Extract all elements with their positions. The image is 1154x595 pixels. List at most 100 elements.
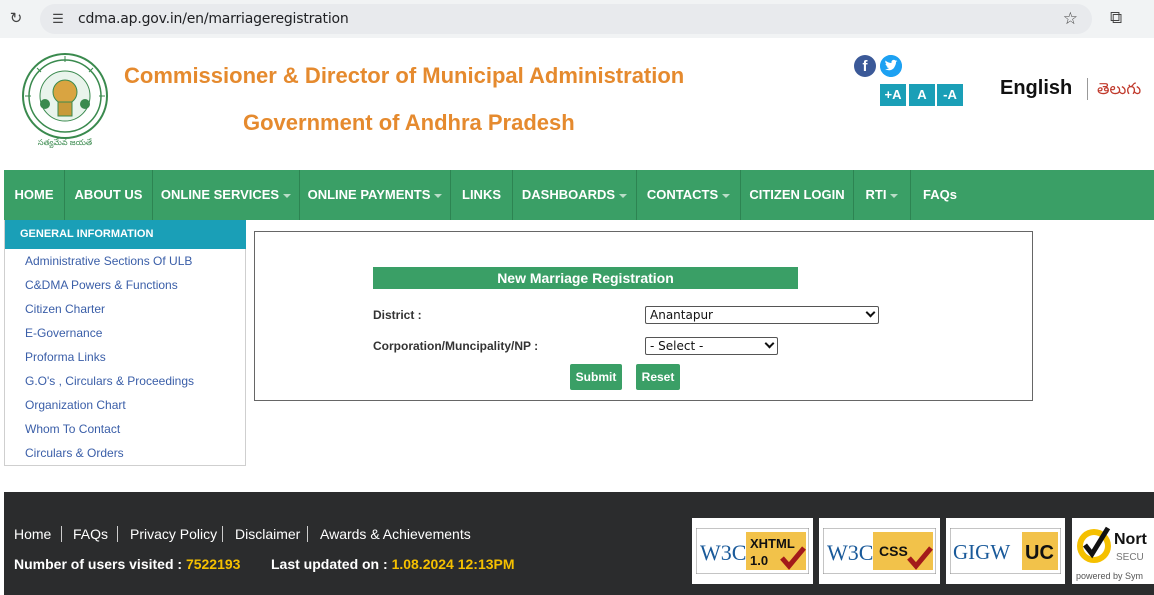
norton-secured: SECU (1116, 552, 1144, 563)
nav-rti[interactable]: RTI (854, 170, 911, 220)
district-select[interactable]: Anantapur (645, 306, 879, 324)
chevron-down-icon (764, 338, 775, 349)
footer-link-home[interactable]: Home (14, 526, 51, 542)
xhtml-version: 1.0 (750, 553, 768, 568)
submit-button[interactable]: Submit (570, 364, 622, 390)
sidebar-link[interactable]: E-Governance (25, 326, 102, 340)
nav-dashboards-label: DASHBOARDS (521, 187, 616, 202)
language-english-link[interactable]: English (1000, 77, 1072, 100)
nav-citizen-login-label: CITIZEN LOGIN (749, 187, 845, 202)
sidebar-link[interactable]: G.O's , Circulars & Proceedings (25, 374, 194, 388)
uc-mark: UC (1025, 542, 1054, 564)
district-label: District : (373, 308, 422, 322)
footer-divider (117, 526, 118, 542)
nav-faqs[interactable]: FAQs (911, 170, 969, 220)
gigw-mark: GIGW (953, 540, 1010, 564)
browser-toolbar: ↻ ☰ cdma.ap.gov.in/en/marriageregistrati… (0, 0, 1154, 38)
footer-link-privacy[interactable]: Privacy Policy (130, 526, 217, 542)
nav-citizen-login[interactable]: CITIZEN LOGIN (741, 170, 854, 220)
visitor-count-value: 7522193 (185, 556, 241, 572)
css-label: CSS (879, 543, 908, 559)
reload-icon[interactable]: ↻ (6, 9, 26, 29)
chevron-down-icon (283, 193, 292, 198)
main-navbar: HOME ABOUT US ONLINE SERVICES ONLINE PAY… (4, 170, 1154, 220)
nav-faqs-label: FAQs (923, 187, 957, 202)
reset-button[interactable]: Reset (636, 364, 680, 390)
andhra-pradesh-emblem: సత్యమేవ జయతే (22, 53, 108, 148)
emblem-motto: సత్యమేవ జయతే (38, 138, 92, 148)
address-bar[interactable]: ☰ cdma.ap.gov.in/en/marriageregistration… (40, 4, 1092, 34)
footer-divider (61, 526, 62, 542)
gigw-logo: GIGW UC (950, 528, 1061, 574)
nav-online-services-label: ONLINE SERVICES (160, 187, 280, 202)
font-normal-button[interactable]: A (909, 84, 935, 106)
footer: Home FAQs Privacy Policy Disclaimer Awar… (4, 492, 1154, 595)
sidebar-link[interactable]: Administrative Sections Of ULB (25, 254, 192, 268)
nav-contacts-label: CONTACTS (646, 187, 719, 202)
form-title: New Marriage Registration (373, 267, 798, 289)
url-text: cdma.ap.gov.in/en/marriageregistration (78, 11, 349, 27)
chevron-down-icon (722, 193, 731, 198)
nav-home[interactable]: HOME (4, 170, 65, 220)
sidebar-link[interactable]: Proforma Links (25, 350, 106, 364)
w3c-xhtml-logo: W3C XHTML 1.0 (696, 528, 809, 574)
nav-dashboards[interactable]: DASHBOARDS (513, 170, 637, 220)
last-updated-label: Last updated on : (271, 556, 392, 572)
visitor-count: Number of users visited : 7522193 (14, 556, 240, 572)
norton-secured-badge[interactable]: Nort SECU powered by Sym (1072, 518, 1154, 584)
nav-links-label: LINKS (462, 187, 501, 202)
footer-link-disclaimer[interactable]: Disclaimer (235, 526, 300, 542)
gigw-badge[interactable]: GIGW UC (946, 518, 1065, 584)
twitter-icon[interactable] (880, 55, 902, 77)
footer-link-awards[interactable]: Awards & Achievements (320, 526, 471, 542)
footer-divider (307, 526, 308, 542)
nav-about-us-label: ABOUT US (74, 187, 143, 202)
footer-divider (222, 526, 223, 542)
font-increase-button[interactable]: +A (880, 84, 906, 106)
nav-home-label: HOME (14, 187, 54, 202)
chevron-down-icon (890, 193, 899, 198)
marriage-registration-form: New Marriage Registration District : Ana… (254, 231, 1033, 401)
norton-logo: Nort SECU powered by Sym (1076, 526, 1148, 581)
corporation-select[interactable]: - Select - (645, 337, 778, 355)
nav-online-services[interactable]: ONLINE SERVICES (153, 170, 300, 220)
sidebar-link[interactable]: Whom To Contact (25, 422, 120, 436)
sidebar-link[interactable]: Citizen Charter (25, 302, 105, 316)
w3c-xhtml-badge[interactable]: W3C XHTML 1.0 (692, 518, 813, 584)
last-updated-value: 1.08.2024 12:13PM (391, 556, 515, 572)
nav-online-payments-label: ONLINE PAYMENTS (307, 187, 431, 202)
sidebar-heading: GENERAL INFORMATION (5, 220, 246, 249)
visitor-count-label: Number of users visited : (14, 556, 186, 572)
chevron-down-icon (434, 193, 443, 198)
facebook-icon[interactable]: f (854, 55, 876, 77)
site-info-icon[interactable]: ☰ (50, 11, 66, 27)
w3c-mark: W3C (700, 540, 746, 565)
bookmark-star-icon[interactable]: ☆ (1063, 9, 1078, 29)
norton-name: Nort (1114, 531, 1148, 548)
district-selected-value: Anantapur (650, 308, 713, 322)
chevron-down-icon (865, 307, 876, 318)
nav-contacts[interactable]: CONTACTS (637, 170, 741, 220)
nav-online-payments[interactable]: ONLINE PAYMENTS (300, 170, 451, 220)
nav-about-us[interactable]: ABOUT US (65, 170, 153, 220)
xhtml-label: XHTML (750, 536, 795, 551)
w3c-css-logo: W3C CSS (823, 528, 936, 574)
corporation-selected-value: - Select - (650, 339, 704, 353)
w3c-mark: W3C (827, 540, 873, 565)
sidebar-link[interactable]: C&DMA Powers & Functions (25, 278, 178, 292)
sidebar-link[interactable]: Organization Chart (25, 398, 126, 412)
corporation-label: Corporation/Muncipality/NP : (373, 339, 539, 353)
nav-rti-label: RTI (865, 187, 887, 202)
extensions-icon[interactable]: ⧉ (1110, 8, 1122, 28)
footer-link-faqs[interactable]: FAQs (73, 526, 108, 542)
font-decrease-button[interactable]: -A (937, 84, 963, 106)
site-title: Commissioner & Director of Municipal Adm… (124, 63, 685, 88)
w3c-css-badge[interactable]: W3C CSS (819, 518, 940, 584)
nav-links[interactable]: LINKS (451, 170, 513, 220)
sidebar-link[interactable]: Circulars & Orders (25, 446, 124, 460)
site-subtitle: Government of Andhra Pradesh (243, 110, 575, 135)
language-telugu-link[interactable]: తెలుగు (1097, 80, 1141, 102)
sidebar: GENERAL INFORMATION Administrative Secti… (4, 220, 246, 466)
last-updated: Last updated on : 1.08.2024 12:13PM (271, 556, 515, 572)
language-divider (1087, 78, 1088, 100)
